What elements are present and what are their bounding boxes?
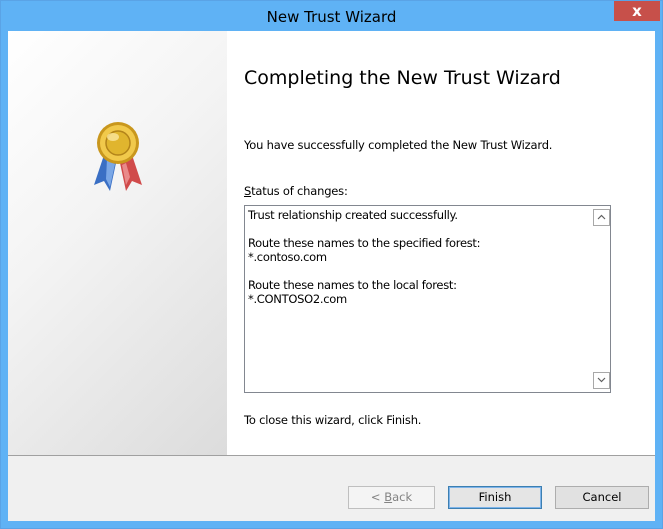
wizard-content: Completing the New Trust Wizard You have… xyxy=(227,31,655,455)
status-text: Trust relationship created successfully.… xyxy=(248,208,588,306)
close-button[interactable]: x xyxy=(614,1,660,21)
wizard-window: New Trust Wizard x Completing the New Tr… xyxy=(0,0,663,529)
title-bar[interactable]: New Trust Wizard x xyxy=(1,1,662,31)
window-title: New Trust Wizard xyxy=(266,8,397,26)
closing-text: To close this wizard, click Finish. xyxy=(244,413,422,427)
status-label-text: tatus of changes: xyxy=(251,184,348,198)
award-ribbon-icon xyxy=(94,122,142,191)
back-button-mnemonic: B xyxy=(384,490,393,504)
status-line: Route these names to the specified fores… xyxy=(248,236,481,250)
status-line: *.contoso.com xyxy=(248,250,327,264)
status-line: Trust relationship created successfully. xyxy=(248,208,458,222)
status-line: Route these names to the local forest: xyxy=(248,278,457,292)
page-heading: Completing the New Trust Wizard xyxy=(244,67,561,89)
wizard-sidebar xyxy=(8,31,227,455)
finish-button[interactable]: Finish xyxy=(448,486,542,509)
chevron-down-icon[interactable] xyxy=(593,372,610,389)
button-divider xyxy=(8,455,655,456)
back-button[interactable]: < Back xyxy=(348,486,435,509)
status-scrollbar[interactable] xyxy=(593,206,610,392)
status-textbox[interactable]: Trust relationship created successfully.… xyxy=(244,205,611,393)
back-button-label: ack xyxy=(392,490,413,504)
status-line: *.CONTOSO2.com xyxy=(248,292,347,306)
back-button-prefix: < xyxy=(370,490,385,504)
status-label: Status of changes: xyxy=(244,184,348,198)
chevron-up-icon[interactable] xyxy=(593,209,610,226)
cancel-button[interactable]: Cancel xyxy=(555,486,649,509)
wizard-client-area: Completing the New Trust Wizard You have… xyxy=(8,31,655,521)
intro-text: You have successfully completed the New … xyxy=(244,138,553,152)
